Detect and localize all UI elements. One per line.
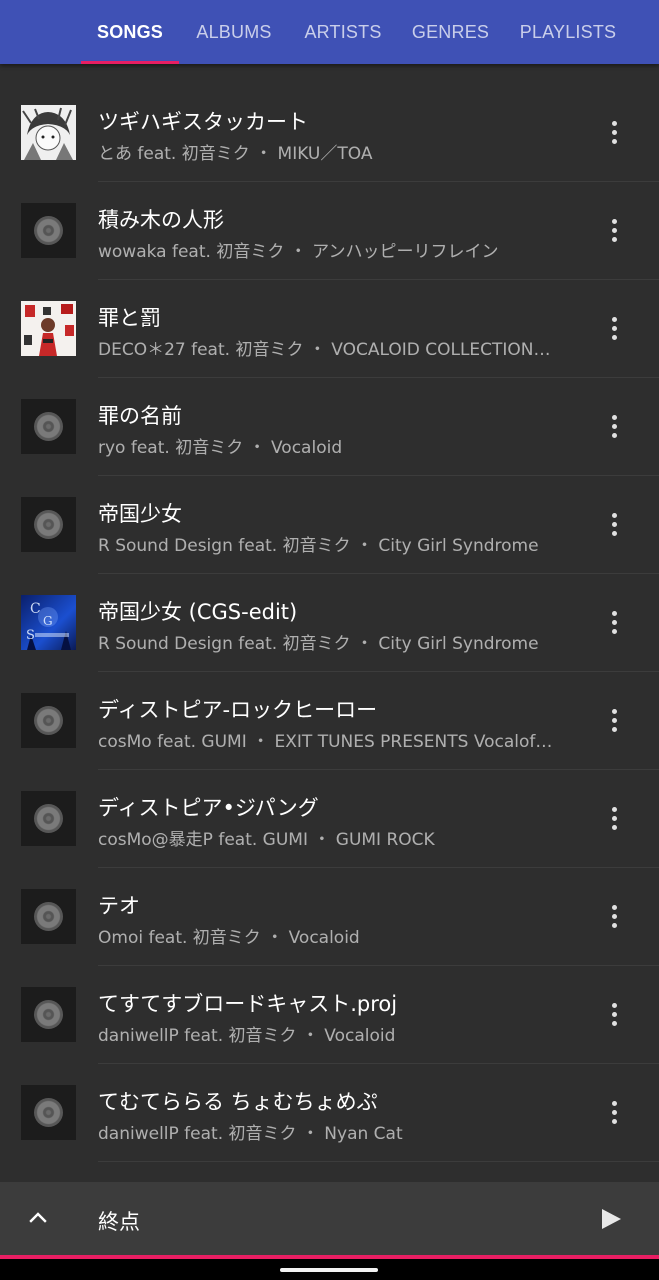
song-subtitle: R Sound Design feat. 初音ミク ・ City Girl Sy… xyxy=(98,536,539,556)
song-title: ディストピア•ジパング xyxy=(98,796,319,820)
tab-playlists[interactable]: PLAYLISTS xyxy=(508,0,628,64)
song-title: 帝国少女 (CGS-edit) xyxy=(98,600,298,624)
song-title: ツギハギスタッカート xyxy=(98,110,308,134)
song-row[interactable]: てむてららる ちょむちょめぷ daniwellP feat. 初音ミク ・ Ny… xyxy=(0,1064,659,1162)
more-options-icon[interactable] xyxy=(598,216,630,246)
disc-icon xyxy=(34,412,63,441)
album-art-city-girl-syndrome: C G S xyxy=(21,595,76,650)
tab-artists[interactable]: ARTISTS xyxy=(290,0,396,64)
album-art-decor xyxy=(21,301,76,356)
album-art xyxy=(21,399,76,454)
song-row[interactable]: ツギハギスタッカート とあ feat. 初音ミク ・ MIKU／TOA xyxy=(0,84,659,182)
album-art xyxy=(21,203,76,258)
song-row[interactable]: テオ Omoi feat. 初音ミク ・ Vocaloid xyxy=(0,868,659,966)
song-list[interactable]: ツギハギスタッカート とあ feat. 初音ミク ・ MIKU／TOA 積み木の… xyxy=(0,84,659,1162)
song-row[interactable]: 罪の名前 ryo feat. 初音ミク ・ Vocaloid xyxy=(0,378,659,476)
disc-icon xyxy=(34,804,63,833)
song-title: ディストピア-ロックヒーロー xyxy=(98,698,378,722)
song-row[interactable]: 積み木の人形 wowaka feat. 初音ミク ・ アンハッピーリフレイン xyxy=(0,182,659,280)
system-navigation-bar xyxy=(0,1259,659,1280)
album-art xyxy=(21,889,76,944)
album-art xyxy=(21,497,76,552)
song-title: 罪の名前 xyxy=(98,404,182,428)
song-subtitle: daniwellP feat. 初音ミク ・ Vocaloid xyxy=(98,1026,396,1046)
more-options-icon[interactable] xyxy=(598,1000,630,1030)
active-tab-indicator xyxy=(81,61,179,64)
svg-text:S: S xyxy=(26,628,35,643)
tab-albums[interactable]: ALBUMS xyxy=(185,0,283,64)
album-art xyxy=(21,105,76,160)
more-options-icon[interactable] xyxy=(598,804,630,834)
album-art xyxy=(21,1085,76,1140)
song-row[interactable]: 帝国少女 R Sound Design feat. 初音ミク ・ City Gi… xyxy=(0,476,659,574)
song-row[interactable]: C G S 帝国少女 (CGS-edit) R Sound Design fea… xyxy=(0,574,659,672)
disc-icon xyxy=(34,1000,63,1029)
song-subtitle: cosMo@暴走P feat. GUMI ・ GUMI ROCK xyxy=(98,830,435,850)
song-title: てすてすブロードキャスト.proj xyxy=(98,992,398,1016)
disc-icon xyxy=(34,1098,63,1127)
song-title: テオ xyxy=(98,894,140,918)
more-options-icon[interactable] xyxy=(598,608,630,638)
song-title: てむてららる ちょむちょめぷ xyxy=(98,1090,378,1114)
song-subtitle: ryo feat. 初音ミク ・ Vocaloid xyxy=(98,438,343,458)
album-art xyxy=(21,301,76,356)
svg-text:C: C xyxy=(30,601,41,617)
song-title: 積み木の人形 xyxy=(98,208,224,232)
more-options-icon[interactable] xyxy=(598,902,630,932)
song-subtitle: cosMo feat. GUMI ・ EXIT TUNES PRESENTS V… xyxy=(98,732,553,752)
disc-icon xyxy=(34,706,63,735)
more-options-icon[interactable] xyxy=(598,314,630,344)
song-subtitle: とあ feat. 初音ミク ・ MIKU／TOA xyxy=(98,144,373,164)
disc-icon xyxy=(34,902,63,931)
song-title: 帝国少女 xyxy=(98,502,182,526)
album-art-manga xyxy=(21,105,76,160)
more-options-icon[interactable] xyxy=(598,706,630,736)
song-subtitle: Omoi feat. 初音ミク ・ Vocaloid xyxy=(98,928,360,948)
song-subtitle: R Sound Design feat. 初音ミク ・ City Girl Sy… xyxy=(98,634,539,654)
now-playing-title: 終点 xyxy=(98,1210,140,1234)
album-art xyxy=(21,987,76,1042)
song-subtitle: DECO＊27 feat. 初音ミク ・ VOCALOID COLLECTION… xyxy=(98,340,551,360)
song-subtitle: daniwellP feat. 初音ミク ・ Nyan Cat xyxy=(98,1124,403,1144)
disc-icon xyxy=(34,510,63,539)
album-art: C G S xyxy=(21,595,76,650)
home-gesture-pill[interactable] xyxy=(280,1268,378,1272)
tab-bar: SONGS ALBUMS ARTISTS GENRES PLAYLISTS xyxy=(0,0,659,64)
more-options-icon[interactable] xyxy=(598,1098,630,1128)
song-title: 罪と罰 xyxy=(98,306,161,330)
song-row[interactable]: てすてすブロードキャスト.proj daniwellP feat. 初音ミク ・… xyxy=(0,966,659,1064)
chevron-up-icon[interactable] xyxy=(26,1209,50,1225)
tab-songs[interactable]: SONGS xyxy=(81,0,179,64)
divider xyxy=(98,1161,659,1162)
album-art xyxy=(21,693,76,748)
now-playing-bar[interactable]: 終点 xyxy=(0,1182,659,1255)
more-options-icon[interactable] xyxy=(598,118,630,148)
tab-genres[interactable]: GENRES xyxy=(402,0,499,64)
song-subtitle: wowaka feat. 初音ミク ・ アンハッピーリフレイン xyxy=(98,242,499,262)
disc-icon xyxy=(34,216,63,245)
song-row[interactable]: ディストピア•ジパング cosMo@暴走P feat. GUMI ・ GUMI … xyxy=(0,770,659,868)
more-options-icon[interactable] xyxy=(598,412,630,442)
svg-text:G: G xyxy=(43,614,53,628)
album-art xyxy=(21,791,76,846)
song-row[interactable]: ディストピア-ロックヒーロー cosMo feat. GUMI ・ EXIT T… xyxy=(0,672,659,770)
song-row[interactable]: 罪と罰 DECO＊27 feat. 初音ミク ・ VOCALOID COLLEC… xyxy=(0,280,659,378)
play-icon[interactable] xyxy=(598,1206,624,1232)
more-options-icon[interactable] xyxy=(598,510,630,540)
